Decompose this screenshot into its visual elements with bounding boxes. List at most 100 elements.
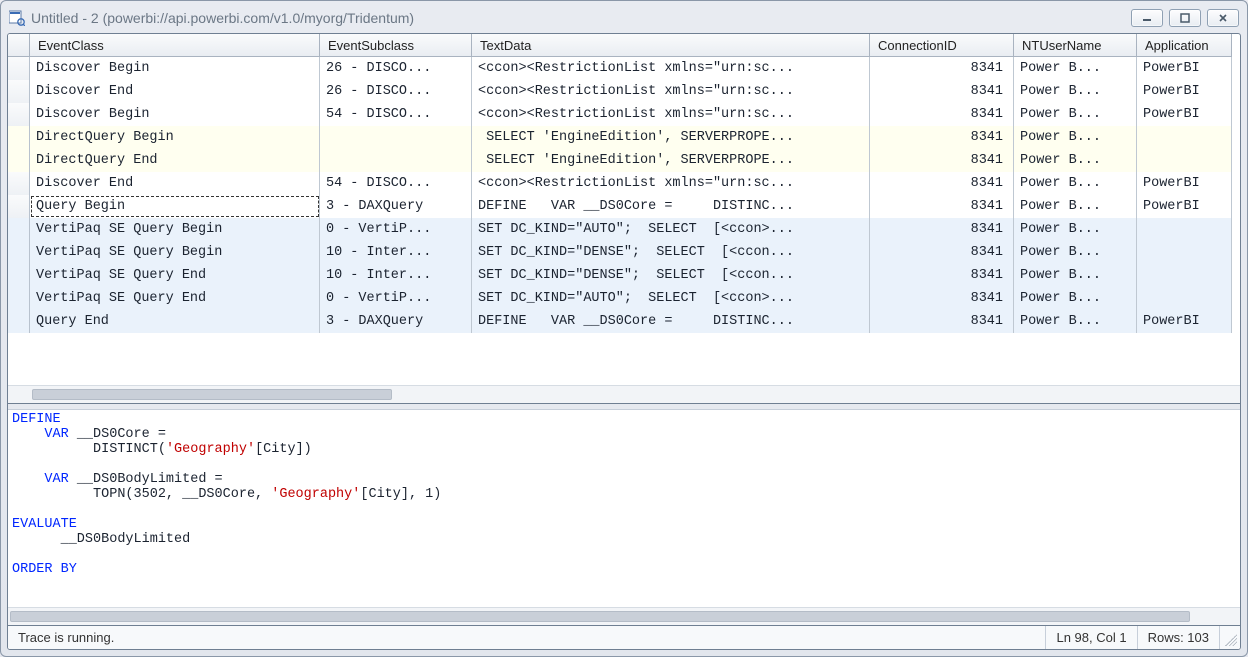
cell-c4[interactable]: 8341 bbox=[870, 241, 1014, 264]
cell-c6[interactable]: PowerBI bbox=[1137, 172, 1232, 195]
table-row[interactable]: VertiPaq SE Query End0 - VertiP...SET DC… bbox=[8, 287, 1240, 310]
cell-c6[interactable] bbox=[1137, 126, 1232, 149]
col-eventsubclass[interactable]: EventSubclass bbox=[320, 34, 472, 57]
row-selector[interactable] bbox=[8, 195, 30, 218]
cell-c4[interactable]: 8341 bbox=[870, 149, 1014, 172]
row-selector[interactable] bbox=[8, 57, 30, 80]
cell-c3[interactable]: SET DC_KIND="AUTO"; SELECT [<ccon>... bbox=[472, 287, 870, 310]
col-textdata[interactable]: TextData bbox=[472, 34, 870, 57]
row-selector-header[interactable] bbox=[8, 34, 30, 57]
cell-c1[interactable]: VertiPaq SE Query Begin bbox=[30, 241, 320, 264]
cell-c6[interactable]: PowerBI bbox=[1137, 57, 1232, 80]
cell-c5[interactable]: Power B... bbox=[1014, 172, 1137, 195]
row-selector[interactable] bbox=[8, 310, 30, 333]
cell-c5[interactable]: Power B... bbox=[1014, 103, 1137, 126]
maximize-button[interactable] bbox=[1169, 9, 1201, 27]
code-hscrollbar[interactable] bbox=[8, 607, 1240, 625]
row-selector[interactable] bbox=[8, 218, 30, 241]
close-button[interactable] bbox=[1207, 9, 1239, 27]
cell-c3[interactable]: <ccon><RestrictionList xmlns="urn:sc... bbox=[472, 80, 870, 103]
table-row[interactable]: Discover Begin26 - DISCO...<ccon><Restri… bbox=[8, 57, 1240, 80]
cell-c3[interactable]: SELECT 'EngineEdition', SERVERPROPE... bbox=[472, 149, 870, 172]
cell-c5[interactable]: Power B... bbox=[1014, 241, 1137, 264]
cell-c6[interactable] bbox=[1137, 149, 1232, 172]
table-row[interactable]: Query End3 - DAXQueryDEFINE VAR __DS0Cor… bbox=[8, 310, 1240, 333]
cell-c2[interactable]: 3 - DAXQuery bbox=[320, 310, 472, 333]
cell-c3[interactable]: SELECT 'EngineEdition', SERVERPROPE... bbox=[472, 126, 870, 149]
cell-c2[interactable]: 10 - Inter... bbox=[320, 264, 472, 287]
row-selector[interactable] bbox=[8, 149, 30, 172]
cell-c3[interactable]: SET DC_KIND="DENSE"; SELECT [<ccon... bbox=[472, 241, 870, 264]
cell-c2[interactable]: 26 - DISCO... bbox=[320, 80, 472, 103]
cell-c6[interactable] bbox=[1137, 218, 1232, 241]
cell-c6[interactable]: PowerBI bbox=[1137, 195, 1232, 218]
row-selector[interactable] bbox=[8, 126, 30, 149]
cell-c4[interactable]: 8341 bbox=[870, 310, 1014, 333]
row-selector[interactable] bbox=[8, 241, 30, 264]
cell-c4[interactable]: 8341 bbox=[870, 80, 1014, 103]
cell-c2[interactable]: 0 - VertiP... bbox=[320, 218, 472, 241]
col-ntusername[interactable]: NTUserName bbox=[1014, 34, 1137, 57]
cell-c1[interactable]: VertiPaq SE Query End bbox=[30, 264, 320, 287]
table-row[interactable]: DirectQuery Begin SELECT 'EngineEdition'… bbox=[8, 126, 1240, 149]
cell-c4[interactable]: 8341 bbox=[870, 218, 1014, 241]
table-row[interactable]: VertiPaq SE Query Begin0 - VertiP...SET … bbox=[8, 218, 1240, 241]
cell-c6[interactable]: PowerBI bbox=[1137, 80, 1232, 103]
col-applicationname[interactable]: Application bbox=[1137, 34, 1232, 57]
cell-c1[interactable]: Discover End bbox=[30, 80, 320, 103]
cell-c3[interactable]: DEFINE VAR __DS0Core = DISTINC... bbox=[472, 310, 870, 333]
cell-c3[interactable]: DEFINE VAR __DS0Core = DISTINC... bbox=[472, 195, 870, 218]
cell-c2[interactable]: 0 - VertiP... bbox=[320, 287, 472, 310]
cell-c5[interactable]: Power B... bbox=[1014, 126, 1137, 149]
cell-c5[interactable]: Power B... bbox=[1014, 287, 1137, 310]
cell-c5[interactable]: Power B... bbox=[1014, 195, 1137, 218]
titlebar[interactable]: Untitled - 2 (powerbi://api.powerbi.com/… bbox=[7, 7, 1241, 33]
cell-c5[interactable]: Power B... bbox=[1014, 57, 1137, 80]
cell-c2[interactable]: 54 - DISCO... bbox=[320, 172, 472, 195]
cell-c1[interactable]: Query Begin bbox=[30, 195, 320, 218]
col-eventclass[interactable]: EventClass bbox=[30, 34, 320, 57]
cell-c2[interactable] bbox=[320, 126, 472, 149]
cell-c4[interactable]: 8341 bbox=[870, 57, 1014, 80]
minimize-button[interactable] bbox=[1131, 9, 1163, 27]
cell-c5[interactable]: Power B... bbox=[1014, 80, 1137, 103]
cell-c2[interactable]: 26 - DISCO... bbox=[320, 57, 472, 80]
row-selector[interactable] bbox=[8, 103, 30, 126]
grid-body[interactable]: Discover Begin26 - DISCO...<ccon><Restri… bbox=[8, 57, 1240, 333]
cell-c1[interactable]: VertiPaq SE Query Begin bbox=[30, 218, 320, 241]
table-row[interactable]: VertiPaq SE Query Begin10 - Inter...SET … bbox=[8, 241, 1240, 264]
cell-c1[interactable]: DirectQuery Begin bbox=[30, 126, 320, 149]
cell-c1[interactable]: DirectQuery End bbox=[30, 149, 320, 172]
grid-header[interactable]: EventClass EventSubclass TextData Connec… bbox=[8, 34, 1240, 57]
cell-c2[interactable]: 3 - DAXQuery bbox=[320, 195, 472, 218]
row-selector[interactable] bbox=[8, 172, 30, 195]
row-selector[interactable] bbox=[8, 264, 30, 287]
cell-c1[interactable]: VertiPaq SE Query End bbox=[30, 287, 320, 310]
cell-c5[interactable]: Power B... bbox=[1014, 149, 1137, 172]
table-row[interactable]: Discover End26 - DISCO...<ccon><Restrict… bbox=[8, 80, 1240, 103]
cell-c3[interactable]: SET DC_KIND="DENSE"; SELECT [<ccon... bbox=[472, 264, 870, 287]
row-selector[interactable] bbox=[8, 80, 30, 103]
cell-c2[interactable]: 54 - DISCO... bbox=[320, 103, 472, 126]
cell-c4[interactable]: 8341 bbox=[870, 126, 1014, 149]
table-row[interactable]: Discover End54 - DISCO...<ccon><Restrict… bbox=[8, 172, 1240, 195]
dax-code-pane[interactable]: DEFINE VAR __DS0Core = DISTINCT('Geograp… bbox=[8, 410, 1240, 607]
cell-c1[interactable]: Discover Begin bbox=[30, 103, 320, 126]
cell-c6[interactable] bbox=[1137, 241, 1232, 264]
cell-c4[interactable]: 8341 bbox=[870, 172, 1014, 195]
cell-c6[interactable]: PowerBI bbox=[1137, 103, 1232, 126]
grid-hscroll-thumb[interactable] bbox=[32, 389, 392, 400]
cell-c3[interactable]: <ccon><RestrictionList xmlns="urn:sc... bbox=[472, 172, 870, 195]
cell-c1[interactable]: Query End bbox=[30, 310, 320, 333]
cell-c5[interactable]: Power B... bbox=[1014, 264, 1137, 287]
cell-c4[interactable]: 8341 bbox=[870, 103, 1014, 126]
resize-grip-icon[interactable] bbox=[1220, 626, 1240, 649]
cell-c2[interactable] bbox=[320, 149, 472, 172]
grid-hscrollbar[interactable] bbox=[8, 385, 1240, 403]
cell-c3[interactable]: SET DC_KIND="AUTO"; SELECT [<ccon>... bbox=[472, 218, 870, 241]
cell-c5[interactable]: Power B... bbox=[1014, 218, 1137, 241]
cell-c2[interactable]: 10 - Inter... bbox=[320, 241, 472, 264]
cell-c6[interactable] bbox=[1137, 264, 1232, 287]
cell-c6[interactable]: PowerBI bbox=[1137, 310, 1232, 333]
cell-c1[interactable]: Discover End bbox=[30, 172, 320, 195]
